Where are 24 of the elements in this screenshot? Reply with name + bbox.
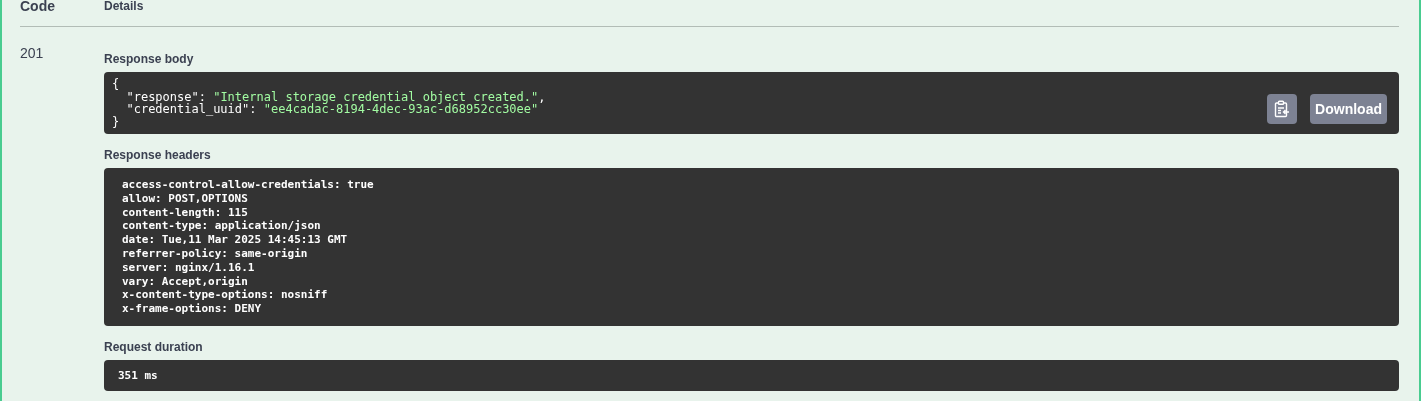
status-code: 201 [20,44,45,61]
section-label: Response headers [104,148,212,162]
header-line: access-control-allow-credentials: true [122,178,374,192]
code-line: } [112,115,120,128]
header-line: date: Tue,11 Mar 2025 14:45:13 GMT [122,233,348,247]
code-line: "response": "Internal storage credential object created.", [125,90,546,103]
header-line: content-type: application/json [122,219,321,234]
section-label: Request duration [104,339,204,354]
header-line: x-frame-options: DENY [122,302,262,316]
header-line: content-length: 115 [122,205,248,220]
clipboard-icon [1274,100,1291,118]
download-button[interactable]: Download [1310,94,1387,124]
header-line: x-content-type-options: nosniff [122,288,328,303]
header-line: vary: Accept,origin [122,274,248,289]
header-line: referrer-policy: same-origin [122,247,308,261]
column-header: Code [20,0,56,16]
header-line: server: nginx/1.16.1 [122,260,255,275]
code-line: "credential_uuid": "ee4cadac-8194-4dec-93ac-d68952cc30ee" [125,103,539,116]
column-header: Details [104,0,144,15]
header-line: allow: POST,OPTIONS [122,191,248,206]
duration-value: 351 ms [118,369,158,383]
code-line: { [112,78,120,91]
copy-button[interactable] [1267,94,1298,124]
section-label: Response body [104,52,195,66]
